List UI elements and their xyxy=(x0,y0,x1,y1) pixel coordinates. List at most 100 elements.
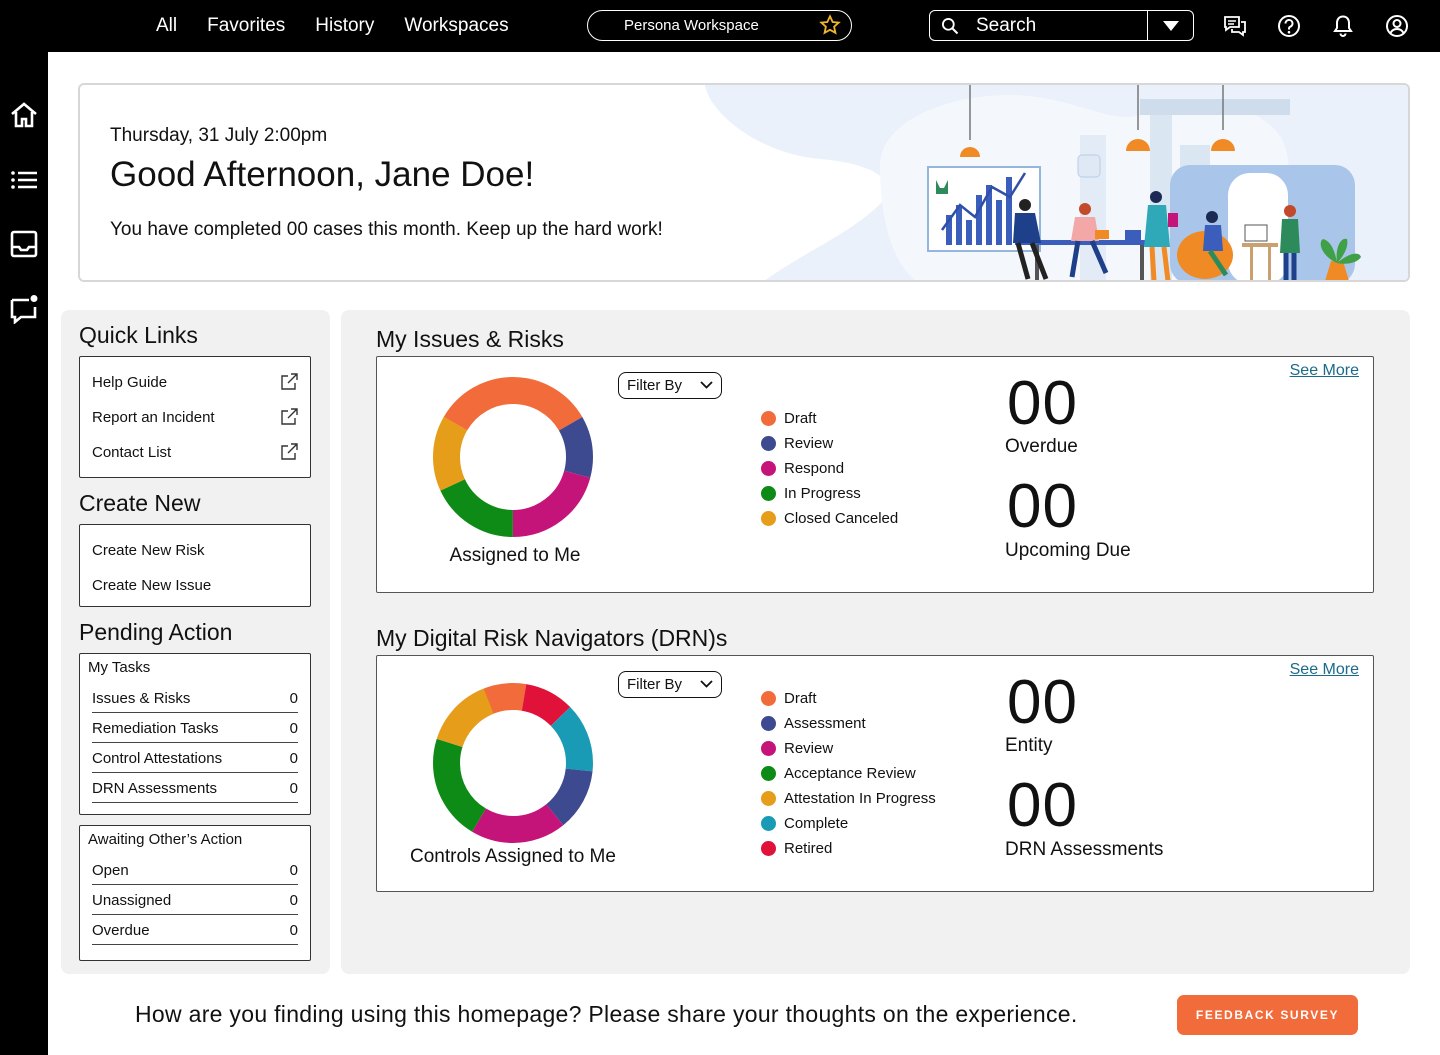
issues-legend: Draft Review Respond In Progress Closed … xyxy=(761,406,898,531)
star-icon[interactable] xyxy=(819,14,841,36)
legend-label: Closed Canceled xyxy=(784,510,899,527)
awaiting-label: Open xyxy=(92,862,129,879)
legend-label: Review xyxy=(784,740,834,757)
create-new-issue-link[interactable]: Create New Issue xyxy=(92,573,298,597)
legend-item: Draft xyxy=(761,406,898,431)
legend-item: Retired xyxy=(761,836,936,861)
bell-icon[interactable] xyxy=(1330,13,1356,39)
legend-label: Draft xyxy=(784,690,817,707)
quick-links-box: Help Guide Report an Incident Contact Li… xyxy=(79,356,311,478)
task-label: DRN Assessments xyxy=(92,780,218,797)
legend-dot xyxy=(761,461,776,476)
legend-item: Closed Canceled xyxy=(761,506,898,531)
awaiting-label: Unassigned xyxy=(92,892,172,909)
legend-label: Draft xyxy=(784,410,817,427)
task-label: Control Attestations xyxy=(92,750,223,767)
legend-dot xyxy=(761,741,776,756)
nav-workspaces[interactable]: Workspaces xyxy=(404,15,508,37)
drn-card: Controls Assigned to Me Filter By Draft … xyxy=(376,655,1374,892)
feedback-survey-button[interactable]: FEEDBACK SURVEY xyxy=(1177,995,1358,1035)
task-row-drn-assessments[interactable]: DRN Assessments 0 xyxy=(92,773,298,803)
issues-filter-dropdown[interactable]: Filter By xyxy=(618,372,722,399)
search-dropdown-button[interactable] xyxy=(1147,11,1193,40)
drn-filter-dropdown[interactable]: Filter By xyxy=(618,671,722,698)
legend-label: Respond xyxy=(784,460,845,477)
hero-date: Thursday, 31 July 2:00pm xyxy=(110,125,328,146)
top-icons xyxy=(1222,13,1410,39)
external-link-icon xyxy=(281,408,298,425)
issues-see-more-link[interactable]: See More xyxy=(1290,362,1359,380)
quick-links-title: Quick Links xyxy=(79,322,198,348)
filter-label: Filter By xyxy=(627,676,683,693)
nav-favorites[interactable]: Favorites xyxy=(207,15,285,37)
awaiting-row-overdue[interactable]: Overdue 0 xyxy=(92,915,298,945)
task-row-issues-risks[interactable]: Issues & Risks 0 xyxy=(92,683,298,713)
my-tasks-box: My Tasks Issues & Risks 0 Remediation Ta… xyxy=(79,653,311,815)
account-icon[interactable] xyxy=(1384,13,1410,39)
nav-all[interactable]: All xyxy=(156,15,177,37)
left-panel: Quick Links Help Guide Report an Inciden… xyxy=(61,310,330,974)
search-input[interactable]: Search xyxy=(976,15,1147,37)
list-icon[interactable] xyxy=(9,165,39,195)
top-nav: All Favorites History Workspaces xyxy=(156,0,509,52)
create-new-title: Create New xyxy=(79,490,201,516)
welcome-banner: Thursday, 31 July 2:00pm Good Afternoon,… xyxy=(78,83,1410,282)
legend-dot xyxy=(761,436,776,451)
quick-link-report-incident[interactable]: Report an Incident xyxy=(92,405,298,429)
task-label: Issues & Risks xyxy=(92,690,191,707)
overdue-label: Overdue xyxy=(1005,436,1078,457)
nav-history[interactable]: History xyxy=(315,15,374,37)
legend-dot xyxy=(761,486,776,501)
drn-donut-label: Controls Assigned to Me xyxy=(410,846,616,867)
upcoming-due-label: Upcoming Due xyxy=(1005,540,1131,561)
awaiting-row-open[interactable]: Open 0 xyxy=(92,855,298,885)
pending-action-title: Pending Action xyxy=(79,619,233,645)
quick-link-help-guide[interactable]: Help Guide xyxy=(92,370,298,394)
create-new-risk-link[interactable]: Create New Risk xyxy=(92,538,298,562)
message-icon[interactable] xyxy=(9,294,39,324)
drn-legend: Draft Assessment Review Acceptance Revie… xyxy=(761,686,936,861)
legend-item: Acceptance Review xyxy=(761,761,936,786)
upcoming-due-count: 00 xyxy=(1007,472,1078,541)
filter-label: Filter By xyxy=(627,377,683,394)
create-new-box: Create New Risk Create New Issue xyxy=(79,524,311,607)
drn-see-more-link[interactable]: See More xyxy=(1290,661,1359,679)
task-count: 0 xyxy=(289,720,298,737)
legend-label: In Progress xyxy=(784,485,861,502)
awaiting-row-unassigned[interactable]: Unassigned 0 xyxy=(92,885,298,915)
drn-assessments-count: 00 xyxy=(1007,771,1078,840)
task-count: 0 xyxy=(289,780,298,797)
legend-dot xyxy=(761,691,776,706)
issues-donut-chart xyxy=(433,377,593,537)
legend-dot xyxy=(761,411,776,426)
task-label: Remediation Tasks xyxy=(92,720,219,737)
help-icon[interactable] xyxy=(1276,13,1302,39)
legend-label: Review xyxy=(784,435,834,452)
legend-item: Attestation In Progress xyxy=(761,786,936,811)
workspace-name: Persona Workspace xyxy=(624,17,759,34)
chat-icon[interactable] xyxy=(1222,13,1248,39)
search-box[interactable]: Search xyxy=(929,10,1194,41)
external-link-icon xyxy=(281,373,298,390)
hero-message: You have completed 00 cases this month. … xyxy=(110,219,663,240)
home-icon[interactable] xyxy=(9,100,39,130)
awaiting-count: 0 xyxy=(289,922,298,939)
task-count: 0 xyxy=(289,690,298,707)
legend-dot xyxy=(761,511,776,526)
legend-label: Complete xyxy=(784,815,849,832)
inbox-icon[interactable] xyxy=(9,229,39,259)
quick-link-label: Contact List xyxy=(92,443,172,461)
legend-item: Complete xyxy=(761,811,936,836)
awaiting-count: 0 xyxy=(289,862,298,879)
quick-link-contact-list[interactable]: Contact List xyxy=(92,440,298,464)
workspace-selector[interactable]: Persona Workspace xyxy=(587,10,852,41)
awaiting-header: Awaiting Other’s Action xyxy=(88,831,243,848)
chevron-down-icon xyxy=(700,680,713,688)
quick-link-label: Report an Incident xyxy=(92,408,215,426)
awaiting-label: Overdue xyxy=(92,922,150,939)
issues-donut-label: Assigned to Me xyxy=(449,545,581,566)
legend-item: Draft xyxy=(761,686,936,711)
task-row-control-attestations[interactable]: Control Attestations 0 xyxy=(92,743,298,773)
task-row-remediation[interactable]: Remediation Tasks 0 xyxy=(92,713,298,743)
legend-dot xyxy=(761,716,776,731)
